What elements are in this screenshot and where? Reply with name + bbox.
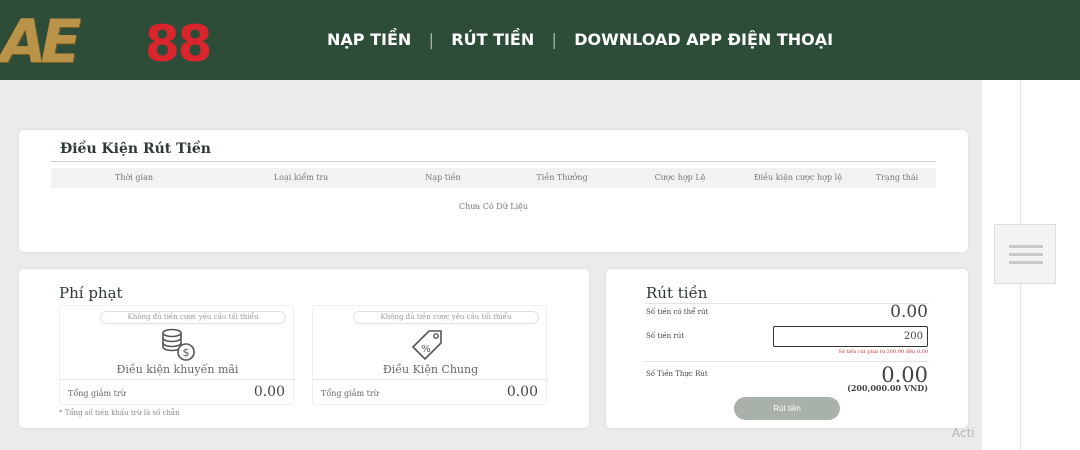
empty-table-message: Chưa Có Dữ Liệu xyxy=(458,202,529,211)
top-header: AE 88 NẠP TIỀN | RÚT TIỀN | DOWNLOAD APP… xyxy=(0,0,1080,80)
hamburger-icon xyxy=(1009,253,1043,256)
column-header: Tiền Thưởng xyxy=(536,173,588,182)
column-header: Trạng thái xyxy=(875,173,919,182)
divider xyxy=(60,379,295,380)
column-header: Điều kiện cược hợp lệ xyxy=(754,173,842,182)
conditions-table-header: Thời gian Loại kiểm tra Nạp tiền Tiền Th… xyxy=(51,168,936,188)
general-condition-box: Không đủ tiền cược yêu cầu tối thiểu % Đ… xyxy=(312,305,548,405)
general-condition-label: Điều Kiện Chung xyxy=(382,363,479,376)
available-amount-label: Số tiền có thể rút xyxy=(646,308,709,316)
withdraw-conditions-card: Điều Kiện Rút Tiền Thời gian Loại kiểm t… xyxy=(19,130,968,252)
amount-warning: Số tiền rút phải từ 200.00 đến 0.00 xyxy=(838,349,929,355)
divider xyxy=(644,303,929,304)
condition-status-pill: Không đủ tiền cược yêu cầu tối thiểu xyxy=(100,311,286,324)
divider xyxy=(644,361,929,362)
main-nav: NẠP TIỀN | RÚT TIỀN | DOWNLOAD APP ĐIỆN … xyxy=(327,30,833,49)
total-deduction-value: 0.00 xyxy=(253,384,285,400)
conditions-title: Điều Kiện Rút Tiền xyxy=(60,141,211,157)
actual-withdraw-label: Số Tiền Thực Rút xyxy=(646,370,708,378)
coins-dollar-icon: $ xyxy=(162,328,195,361)
promotion-condition-label: Điều kiện khuyến mãi xyxy=(116,363,239,376)
column-header: Cược hợp Lệ xyxy=(654,173,706,182)
svg-text:%: % xyxy=(421,344,431,355)
withdraw-title: Rút tiền xyxy=(646,284,708,302)
nav-deposit[interactable]: NẠP TIỀN xyxy=(327,30,411,49)
divider xyxy=(51,161,936,162)
nav-separator: | xyxy=(551,30,557,49)
actual-withdraw-vnd: (200,000.00 VND) xyxy=(847,383,928,393)
nav-download-app[interactable]: DOWNLOAD APP ĐIỆN THOẠI xyxy=(574,30,833,49)
hamburger-icon xyxy=(1009,261,1043,264)
withdraw-amount-input[interactable] xyxy=(773,326,928,347)
column-header: Thời gian xyxy=(114,173,154,182)
column-header: Nạp tiền xyxy=(425,173,461,182)
column-header: Loại kiểm tra xyxy=(273,173,329,182)
promotion-condition-box: Không đủ tiền cược yêu cầu tối thiểu $ Đ… xyxy=(59,305,295,405)
logo-number: 88 xyxy=(145,15,213,73)
activate-watermark: Acti xyxy=(952,426,975,440)
withdraw-amount-label: Số tiền rút xyxy=(646,332,685,340)
divider xyxy=(313,379,548,380)
svg-text:$: $ xyxy=(183,346,190,359)
penalty-card: Phí phạt Không đủ tiền cược yêu cầu tối … xyxy=(19,269,589,428)
total-deduction-value: 0.00 xyxy=(506,384,538,400)
hamburger-icon xyxy=(1009,245,1043,248)
deduction-footnote: * Tổng số tiền khấu trừ là số chẵn xyxy=(59,409,180,417)
price-tag-icon: % xyxy=(411,330,442,361)
menu-toggle-button[interactable] xyxy=(994,224,1056,284)
penalty-title: Phí phạt xyxy=(59,284,123,302)
total-deduction-label: Tổng giảm trừ xyxy=(68,389,126,398)
nav-withdraw[interactable]: RÚT TIỀN xyxy=(451,30,534,49)
withdraw-card: Rút tiền Số tiền có thể rút 0.00 Số tiền… xyxy=(606,269,968,428)
available-amount-value: 0.00 xyxy=(890,302,928,322)
condition-status-pill: Không đủ tiền cược yêu cầu tối thiểu xyxy=(353,311,539,324)
ae88-logo[interactable]: AE 88 xyxy=(0,10,245,74)
total-deduction-label: Tổng giảm trừ xyxy=(321,389,379,398)
nav-separator: | xyxy=(428,30,434,49)
logo-letters: AE xyxy=(0,7,81,77)
withdraw-submit-button[interactable]: Rút tiền xyxy=(734,397,840,420)
